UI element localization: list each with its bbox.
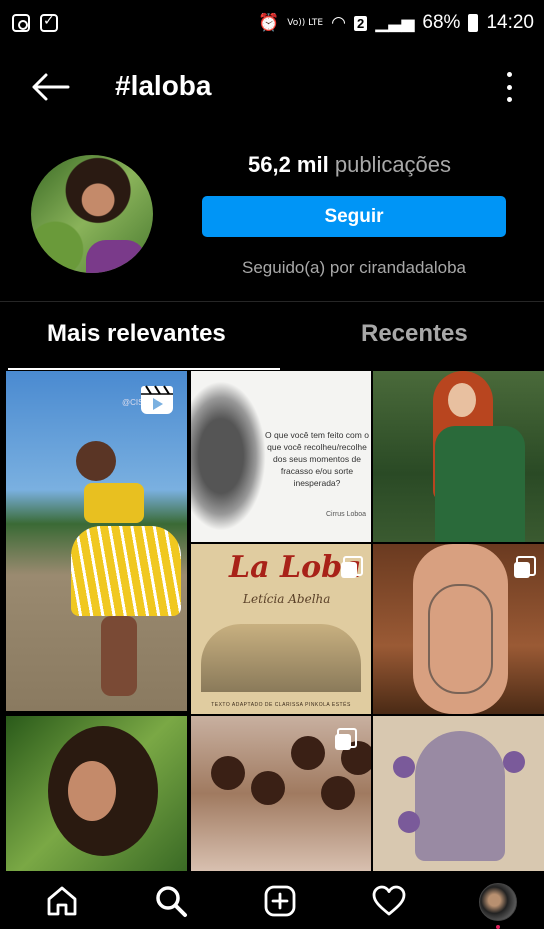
post-book-credit: TEXTO ADAPTADO DE CLARISSA PINKOLA ESTÉS [211,702,351,708]
status-bar: ⏰ Vo)) LTE ◠ 2 ▁▃▅ 68% 14:20 [0,0,544,52]
active-tab-indicator [8,368,280,370]
app-bar: #laloba [0,52,544,122]
posts-count-label: publicações [334,152,452,177]
home-icon[interactable] [44,883,80,919]
post-caption: O que você tem feito com o que você reco… [265,430,369,488]
search-icon[interactable] [153,883,189,919]
posts-count-value: 56,2 mil [248,152,329,177]
grid-post-tattoo[interactable] [373,544,544,714]
followed-by-text: Seguido(a) por cirandadaloba [242,258,466,277]
profile-avatar[interactable] [479,883,517,921]
grid-post-red-hair[interactable] [373,371,544,542]
more-vertical-icon[interactable] [504,72,514,102]
bottom-nav [0,871,544,929]
arrow-left-icon[interactable] [30,72,70,102]
carousel-icon [514,556,536,578]
volte-indicator: Vo)) LTE [287,17,324,28]
tab-top-posts[interactable]: Mais relevantes [47,320,226,348]
battery-percent: 68% [422,12,461,33]
instagram-notification-icon [12,14,30,32]
page-title: #laloba [115,70,212,101]
add-post-icon[interactable] [262,883,298,919]
sim-indicator: 2 [353,15,368,31]
grid-post-illustration[interactable] [373,716,544,871]
clock: 14:20 [486,12,534,33]
grid-post-reel[interactable]: @CISC...ATA [6,371,187,711]
heart-icon[interactable] [371,883,407,919]
reel-icon [141,385,173,414]
battery-icon [468,14,479,32]
carousel-icon [341,556,363,578]
follow-button[interactable]: Seguir [202,196,506,237]
wifi-icon: ◠ [331,13,346,33]
alarm-icon: ⏰ [258,13,280,33]
signal-icon: ▁▃▅ [375,13,415,33]
grid-post-wolf-quote[interactable]: O que você tem feito com o que você reco… [191,371,371,542]
notification-dot [496,925,500,929]
post-signature: Cirrus Loboa [326,511,367,518]
carousel-icon [335,728,357,750]
grid-post-la-loba-book[interactable]: La Loba Letícia Abelha TEXTO ADAPTADO DE… [191,544,371,714]
divider [0,301,544,302]
checkbox-notification-icon [40,13,58,32]
tab-recent[interactable]: Recentes [361,320,468,348]
grid-post-circle-group[interactable] [191,716,371,871]
hashtag-avatar [31,155,153,273]
post-book-author: Letícia Abelha [243,592,331,606]
posts-grid: @CISC...ATA O que você tem feito com o q… [6,371,544,871]
posts-count: 56,2 mil publicações [248,152,451,178]
grid-post-curly-hair[interactable] [6,716,187,871]
